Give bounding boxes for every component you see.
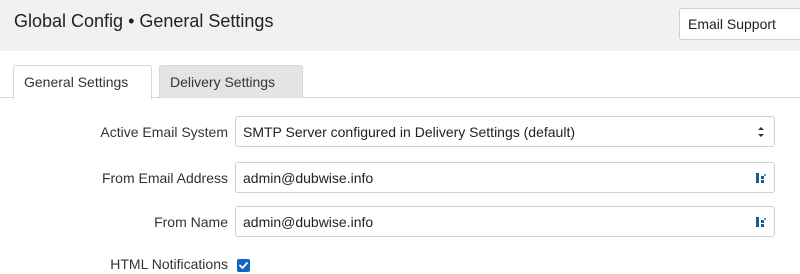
html-notifications-row: HTML Notifications	[0, 248, 800, 274]
checkmark-icon	[239, 262, 248, 269]
settings-tabs: General Settings Delivery Settings	[0, 65, 800, 99]
html-notifications-label: HTML Notifications	[110, 256, 228, 272]
from-name-input[interactable]: admin@dubwise.info	[235, 206, 775, 237]
page-header: Global Config • General Settings Email S…	[0, 0, 800, 51]
tab-delivery-settings[interactable]: Delivery Settings	[159, 65, 303, 98]
from-email-label: From Email Address	[101, 170, 228, 186]
page-title: Global Config • General Settings	[14, 11, 274, 31]
from-name-row: From Name admin@dubwise.info	[0, 206, 800, 238]
active-email-system-value: SMTP Server configured in Delivery Setti…	[243, 124, 575, 140]
password-manager-icon[interactable]	[755, 215, 767, 229]
active-email-system-select[interactable]: SMTP Server configured in Delivery Setti…	[235, 116, 775, 147]
html-notifications-checkbox[interactable]	[237, 259, 250, 272]
email-support-button[interactable]: Email Support	[679, 8, 800, 40]
active-email-system-label: Active Email System	[100, 124, 228, 140]
select-arrows-icon	[758, 127, 764, 137]
from-email-row: From Email Address admin@dubwise.info	[0, 162, 800, 194]
from-name-value: admin@dubwise.info	[243, 214, 374, 230]
tab-general-settings[interactable]: General Settings	[13, 65, 152, 99]
password-manager-icon[interactable]	[755, 171, 767, 185]
from-email-input[interactable]: admin@dubwise.info	[235, 162, 775, 193]
active-email-system-row: Active Email System SMTP Server configur…	[0, 116, 800, 148]
from-email-value: admin@dubwise.info	[243, 170, 374, 186]
from-name-label: From Name	[154, 214, 228, 230]
